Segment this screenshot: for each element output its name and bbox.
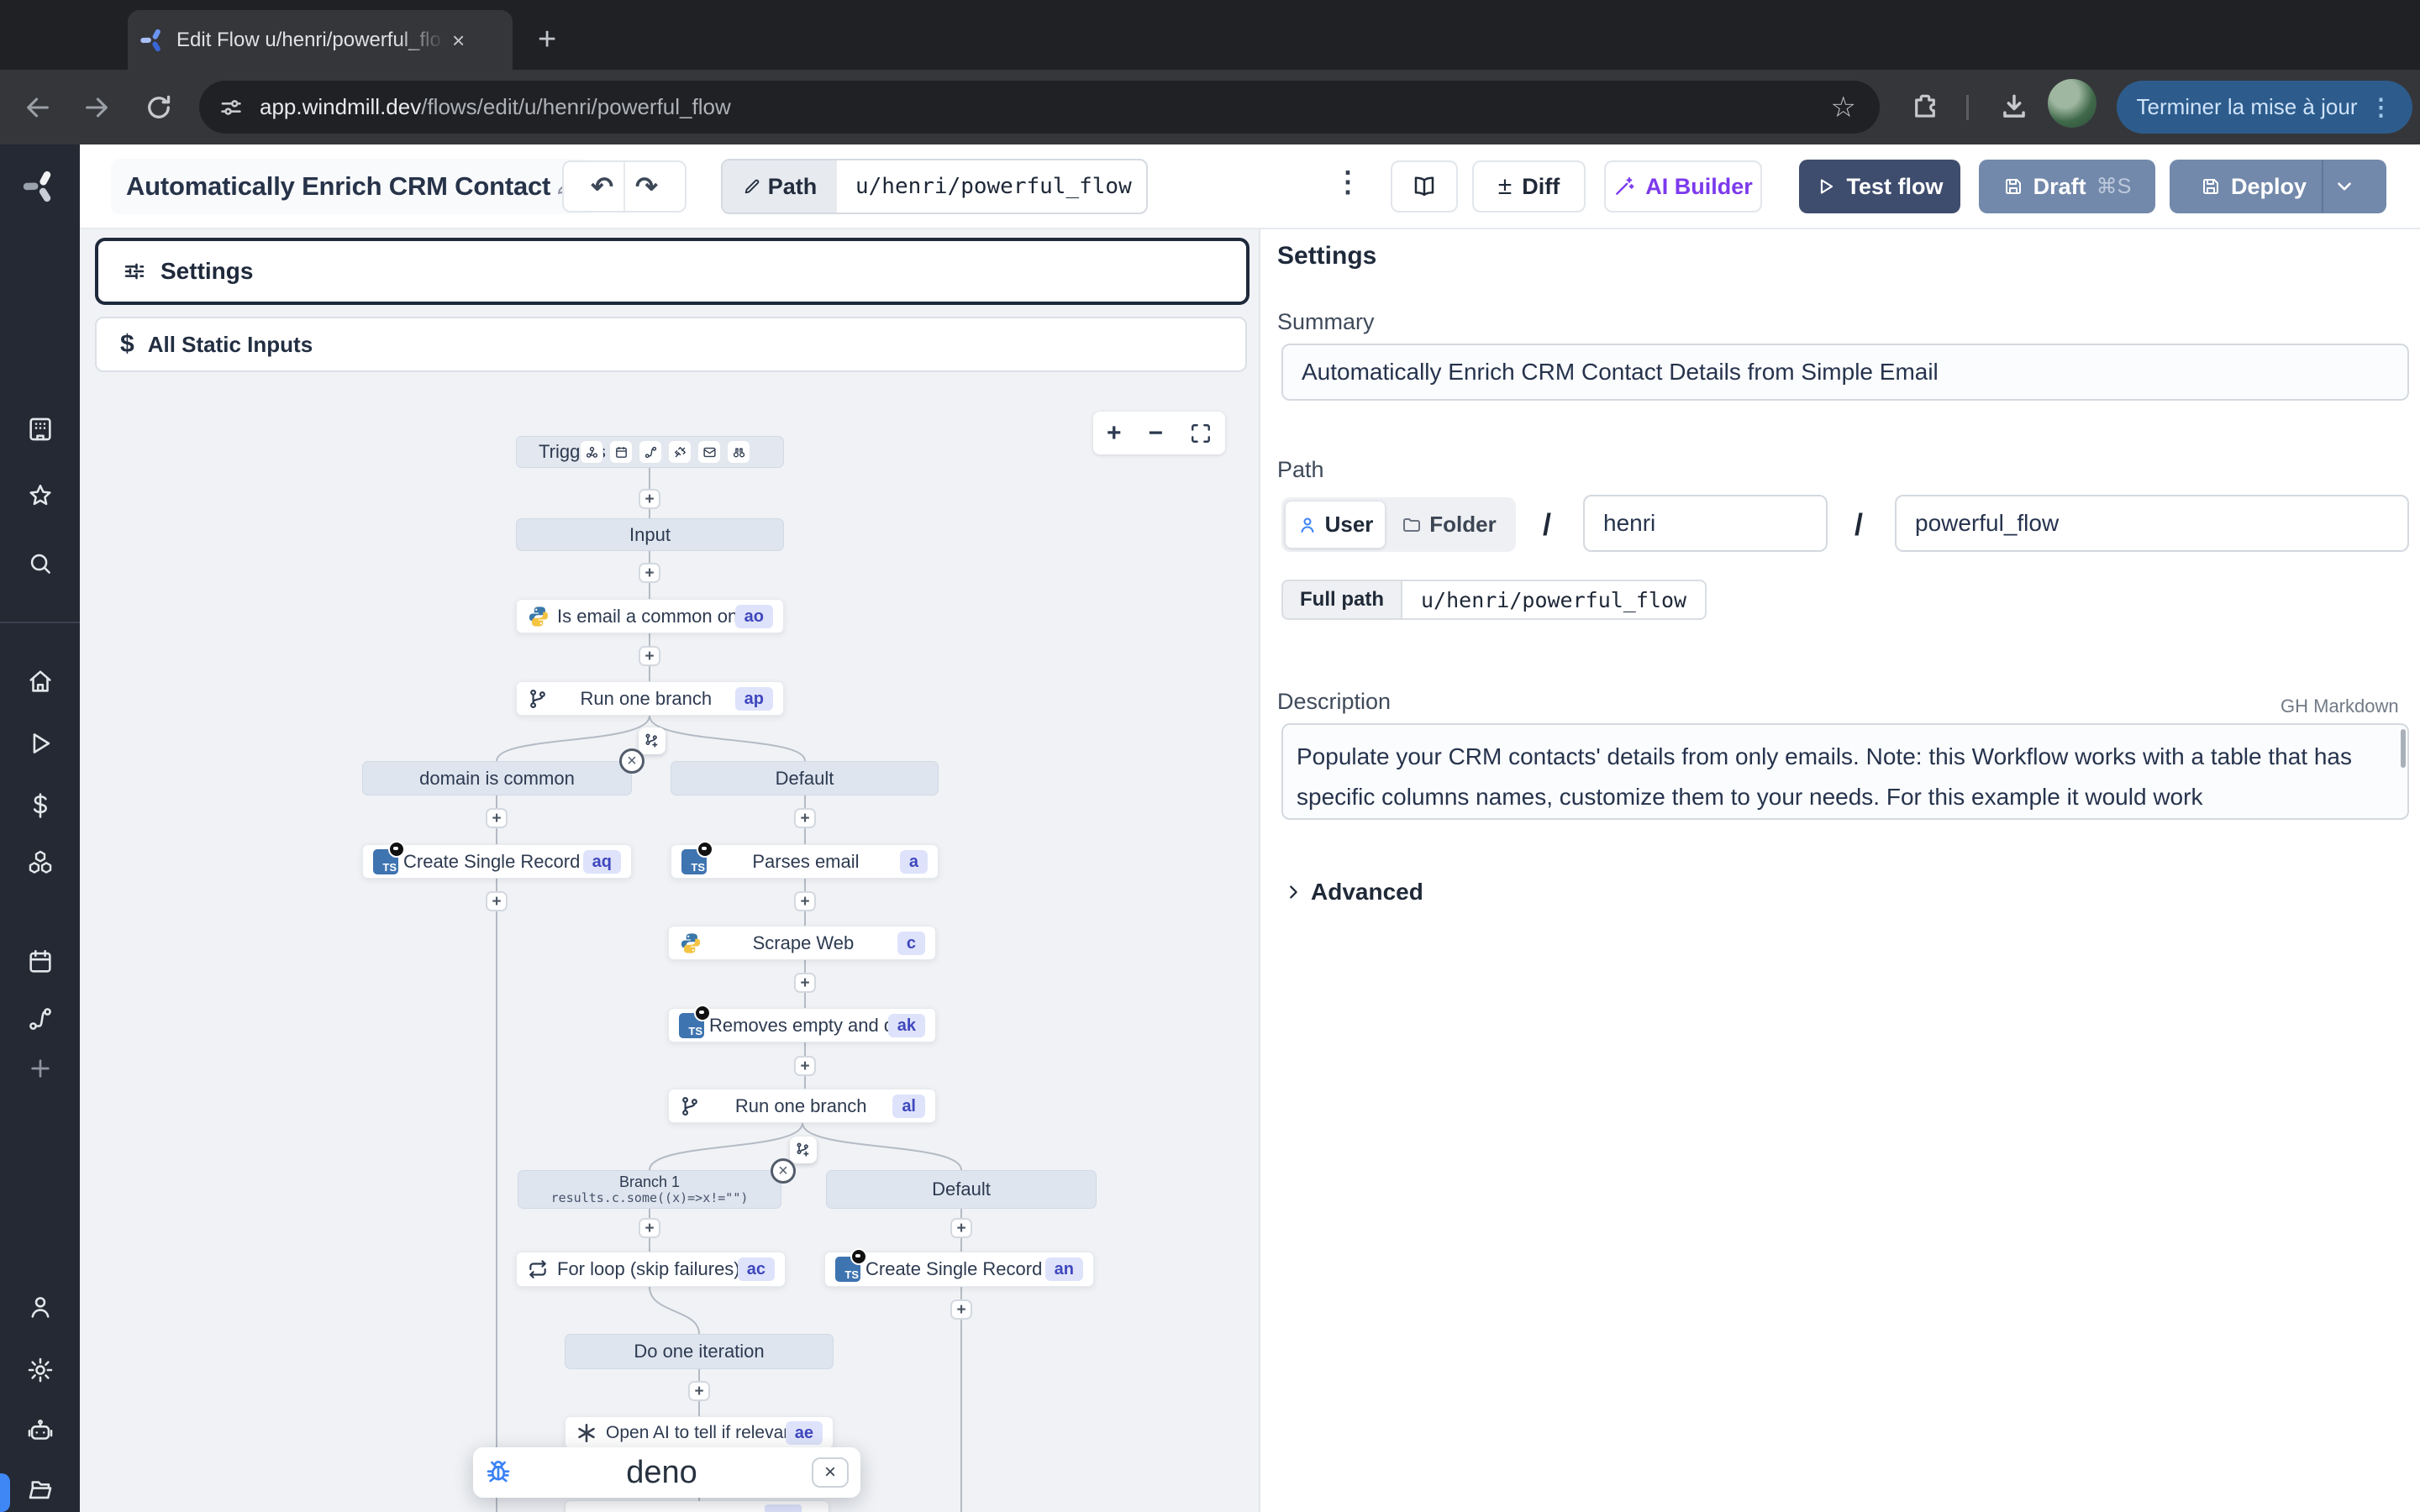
flow-node-scrape-web[interactable]: Scrape Web c xyxy=(668,926,936,960)
openai-icon xyxy=(576,1422,606,1444)
bug-icon xyxy=(485,1459,512,1486)
insert-step-button[interactable]: + xyxy=(486,891,508,911)
websocket-trigger-icon[interactable] xyxy=(668,440,692,464)
fit-view-button[interactable] xyxy=(1190,423,1212,444)
flow-edges xyxy=(0,0,2420,1512)
poll-trigger-icon[interactable] xyxy=(727,440,750,464)
flow-node-create-single-record-2[interactable]: TS Create Single Record (Airtable) an xyxy=(824,1252,1094,1287)
branch-expression: results.c.some((x)=>x!="") xyxy=(551,1190,749,1205)
deno-icon xyxy=(388,841,405,858)
node-id-badge: ak xyxy=(888,1014,925,1037)
insert-step-button[interactable]: + xyxy=(950,1299,972,1320)
remove-branch-button[interactable]: × xyxy=(619,748,644,774)
flow-node-for-loop[interactable]: For loop (skip failures) ac xyxy=(516,1252,786,1287)
repeat-icon xyxy=(527,1258,557,1280)
node-id-badge: ao xyxy=(735,605,773,628)
node-label: Create Single Record (Airtable) xyxy=(865,1258,1045,1280)
node-id-badge: c xyxy=(897,932,925,955)
flow-node-parses-email[interactable]: TS Parses email a xyxy=(671,844,939,879)
email-trigger-icon[interactable] xyxy=(697,440,721,464)
branch-label: Default xyxy=(681,768,928,790)
typescript-deno-icon: TS xyxy=(681,849,712,874)
flow-node-domain-is-common[interactable]: domain is common xyxy=(362,761,632,795)
node-label: For loop (skip failures) xyxy=(557,1258,738,1280)
node-id-badge: an xyxy=(1045,1257,1083,1281)
insert-step-button[interactable]: + xyxy=(639,563,660,583)
flow-node-partial[interactable] xyxy=(566,1501,829,1512)
flow-node-branch-1[interactable]: Branch 1 results.c.some((x)=>x!="") xyxy=(518,1170,781,1209)
node-label: Do one iteration xyxy=(576,1341,823,1362)
flow-node-open-ai-relevant[interactable]: Open AI to tell if relevant result ae xyxy=(565,1416,834,1449)
node-id-badge: aq xyxy=(583,850,621,874)
insert-step-button[interactable]: + xyxy=(794,1056,816,1076)
typescript-deno-icon: TS xyxy=(373,849,403,874)
node-id-badge: a xyxy=(900,850,928,874)
deno-icon xyxy=(850,1248,867,1265)
flow-node-default-branch-2[interactable]: Default xyxy=(826,1170,1097,1209)
insert-step-button[interactable]: + xyxy=(639,1218,660,1238)
flow-node-create-single-record-1[interactable]: TS Create Single Record (Airtable) aq xyxy=(362,844,632,879)
app-root: Edit Flow u/henri/powerful_flo × + app.w… xyxy=(0,0,2420,1512)
insert-step-button[interactable]: + xyxy=(486,808,508,828)
git-branch-icon xyxy=(679,1095,709,1117)
node-id-badge: al xyxy=(892,1095,925,1118)
insert-step-button[interactable]: + xyxy=(794,808,816,828)
typescript-deno-icon: TS xyxy=(835,1257,865,1282)
python-icon xyxy=(679,932,709,955)
deno-icon xyxy=(694,1005,711,1021)
python-icon xyxy=(527,605,557,628)
zoom-out-button[interactable]: − xyxy=(1148,421,1163,446)
deno-icon xyxy=(697,841,713,858)
flow-node-default-branch-1[interactable]: Default xyxy=(671,761,939,795)
flow-node-do-one-iteration[interactable]: Do one iteration xyxy=(565,1334,834,1369)
add-branch-button[interactable] xyxy=(790,1137,817,1163)
insert-step-button[interactable]: + xyxy=(688,1381,710,1401)
tooltip-label: deno xyxy=(512,1455,812,1491)
node-label: Removes empty and duplicates xyxy=(709,1015,888,1037)
corner-accent xyxy=(0,1473,10,1512)
insert-step-button[interactable]: + xyxy=(639,489,660,509)
node-id-badge: ac xyxy=(738,1257,775,1281)
webhook-trigger-icon[interactable] xyxy=(580,440,603,464)
flow-node-run-one-branch-1[interactable]: Run one branch ap xyxy=(516,681,784,716)
branch-label: domain is common xyxy=(373,768,621,790)
remove-branch-button[interactable]: × xyxy=(771,1158,796,1184)
flow-node-input[interactable]: Input xyxy=(516,518,784,551)
flow-node-removes-empty-duplicates[interactable]: TS Removes empty and duplicates ak xyxy=(668,1008,936,1042)
branch-label: Default xyxy=(837,1179,1086,1200)
flow-node-is-email-common[interactable]: Is email a common one? ao xyxy=(516,599,784,633)
tooltip-close-button[interactable]: × xyxy=(812,1457,849,1488)
flow-node-run-one-branch-2[interactable]: Run one branch al xyxy=(668,1089,936,1123)
node-id-badge: ae xyxy=(786,1421,823,1445)
node-label: Is email a common one? xyxy=(557,606,735,627)
insert-step-button[interactable]: + xyxy=(794,973,816,993)
insert-step-button[interactable]: + xyxy=(950,1218,972,1238)
node-label: Parses email xyxy=(712,851,900,873)
add-branch-button[interactable] xyxy=(639,727,666,754)
node-label: Create Single Record (Airtable) xyxy=(403,851,583,873)
input-node-label: Input xyxy=(527,524,773,546)
insert-step-button[interactable]: + xyxy=(794,891,816,911)
node-label: Open AI to tell if relevant result xyxy=(606,1423,786,1443)
zoom-in-button[interactable]: + xyxy=(1107,421,1122,446)
canvas-zoom-controls: + − xyxy=(1093,412,1225,454)
insert-step-button[interactable]: + xyxy=(639,646,660,666)
language-tooltip: deno × xyxy=(473,1447,860,1498)
node-label: Run one branch xyxy=(709,1095,892,1117)
git-branch-icon xyxy=(527,688,557,710)
branch-title: Branch 1 xyxy=(619,1173,680,1190)
route-trigger-icon[interactable] xyxy=(639,440,662,464)
node-label: Scrape Web xyxy=(709,932,897,954)
node-label: Run one branch xyxy=(557,688,735,710)
node-id-badge: ap xyxy=(735,687,773,711)
schedule-trigger-icon[interactable] xyxy=(609,440,633,464)
typescript-deno-icon: TS xyxy=(679,1013,709,1038)
